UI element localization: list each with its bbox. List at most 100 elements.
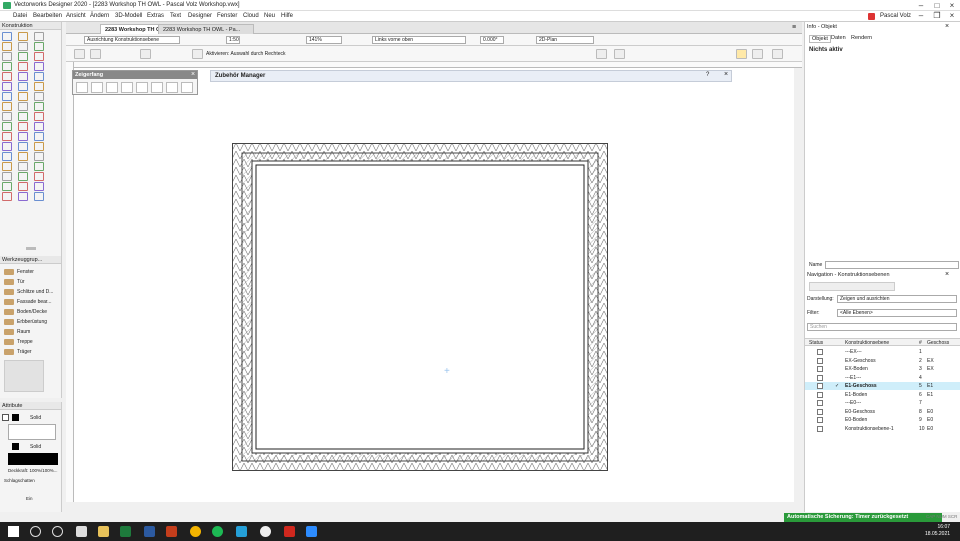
- pen-swatch[interactable]: [12, 414, 19, 421]
- fill-preview[interactable]: [8, 424, 56, 440]
- task-view-icon[interactable]: [52, 526, 63, 537]
- pen-style[interactable]: Solid: [30, 444, 41, 450]
- mode-btn-2[interactable]: [90, 49, 101, 59]
- tool-traeger[interactable]: Träger: [4, 347, 58, 357]
- snap-edge-icon[interactable]: [166, 82, 178, 93]
- help-icon[interactable]: ?: [706, 72, 709, 78]
- drawing-tool-icon[interactable]: [34, 122, 44, 131]
- zubehoer-manager[interactable]: Zubehör Manager: [210, 70, 732, 82]
- drawing-tool-icon[interactable]: [2, 92, 12, 101]
- drawing-tool-icon[interactable]: [34, 162, 44, 171]
- drawing-tool-icon[interactable]: [34, 52, 44, 61]
- drawing-tool-icon[interactable]: [2, 62, 12, 71]
- menu-hilfe[interactable]: Hilfe: [281, 13, 293, 19]
- mode-btn-4[interactable]: [192, 49, 203, 59]
- menu-aendern[interactable]: Ändern: [90, 13, 109, 19]
- tool-treppe[interactable]: Treppe: [4, 337, 58, 347]
- drawing-tool-icon[interactable]: [18, 162, 28, 171]
- drawing-tool-icon[interactable]: [34, 82, 44, 91]
- drawing-tool-icon[interactable]: [34, 92, 44, 101]
- tool-schlitze[interactable]: Schlitze und D...: [4, 287, 58, 297]
- snap-distance-icon[interactable]: [136, 82, 148, 93]
- drawing-tool-icon[interactable]: [2, 142, 12, 151]
- plan-select[interactable]: 2D-Plan: [536, 36, 594, 44]
- doc-restore-icon[interactable]: ❐: [930, 11, 944, 20]
- tool-tuer[interactable]: Tür: [4, 277, 58, 287]
- drawing-tool-icon[interactable]: [34, 192, 44, 201]
- layer-name[interactable]: ---E1---: [845, 374, 861, 382]
- tool-icon-grid[interactable]: [4, 360, 44, 392]
- doc-tab-2[interactable]: 2283 Workshop TH OWL - Pa...: [158, 24, 254, 34]
- close-icon[interactable]: ×: [945, 1, 959, 10]
- drawing-tool-icon[interactable]: [18, 172, 28, 181]
- layer-name[interactable]: E1-Geschoss: [845, 382, 877, 390]
- drawing-tool-icon[interactable]: [18, 102, 28, 111]
- drawing-tool-icon[interactable]: [18, 62, 28, 71]
- snap-btn-1[interactable]: [596, 49, 607, 59]
- drawing-tool-icon[interactable]: [2, 182, 12, 191]
- floor-plan[interactable]: [232, 143, 608, 471]
- resize-handle[interactable]: [26, 247, 36, 250]
- drawing-tool-icon[interactable]: [18, 92, 28, 101]
- room-outline[interactable]: [255, 164, 585, 450]
- filter-select[interactable]: <Alle Ebenen>: [837, 309, 957, 317]
- layer-name[interactable]: EX-Boden: [845, 365, 868, 373]
- layer-name[interactable]: E1-Boden: [845, 391, 867, 399]
- drawing-tool-icon[interactable]: [2, 172, 12, 181]
- header-num[interactable]: #: [919, 339, 922, 347]
- visibility-icon[interactable]: [817, 425, 823, 432]
- menu-bearbeiten[interactable]: Bearbeiten: [33, 13, 62, 19]
- zoom-icon[interactable]: [306, 526, 317, 537]
- drawing-tool-icon[interactable]: [18, 72, 28, 81]
- visibility-icon[interactable]: [817, 374, 823, 381]
- menu-cloud[interactable]: Cloud: [243, 13, 259, 19]
- info-close-icon[interactable]: ×: [945, 23, 949, 30]
- drawing-tool-icon[interactable]: [18, 52, 28, 61]
- layer-name[interactable]: ---E0---: [845, 399, 861, 407]
- name-input[interactable]: [825, 261, 959, 269]
- zeigerfang-close-icon[interactable]: ×: [191, 71, 195, 79]
- drawing-tool-icon[interactable]: [18, 32, 28, 41]
- shadow-label[interactable]: Schlagschatten: [4, 478, 35, 483]
- layer-row[interactable]: ---E0--- 7: [805, 399, 960, 407]
- drawing-tool-icon[interactable]: [2, 152, 12, 161]
- drawing-tool-icon[interactable]: [2, 122, 12, 131]
- mode-btn-1[interactable]: [74, 49, 85, 59]
- opacity-label[interactable]: Deckkraft: 100%/100%...: [8, 468, 58, 473]
- drawing-tool-icon[interactable]: [18, 42, 28, 51]
- snap-btn-3[interactable]: [752, 49, 763, 59]
- snap-object-icon[interactable]: [91, 82, 103, 93]
- nav-close-icon[interactable]: ×: [945, 271, 949, 278]
- layer-row[interactable]: ✓ E1-Geschoss 5 E1: [805, 382, 960, 390]
- snap-angle-icon[interactable]: [106, 82, 118, 93]
- word-icon[interactable]: [144, 526, 155, 537]
- drawing-tool-icon[interactable]: [2, 132, 12, 141]
- layer-row[interactable]: ---E1--- 4: [805, 374, 960, 382]
- drawing-tool-icon[interactable]: [18, 112, 28, 121]
- maximize-icon[interactable]: □: [930, 1, 944, 10]
- explorer-icon[interactable]: [98, 526, 109, 537]
- darstellung-select[interactable]: Zeigen und ausrichten: [837, 295, 957, 303]
- layer-name[interactable]: Konstruktionsebene-1: [845, 425, 894, 433]
- header-name[interactable]: Konstruktionsebene: [845, 339, 889, 347]
- menu-3d-modell[interactable]: 3D-Modell: [115, 13, 142, 19]
- layer-row[interactable]: EX-Geschoss 2 EX: [805, 357, 960, 365]
- menu-datei[interactable]: Datei: [13, 13, 27, 19]
- header-geschoss[interactable]: Geschoss: [927, 339, 949, 347]
- drawing-tool-icon[interactable]: [18, 192, 28, 201]
- visibility-icon[interactable]: [817, 349, 823, 355]
- visibility-icon[interactable]: [817, 391, 823, 398]
- scale-field[interactable]: 1:50: [226, 36, 240, 44]
- drawing-tool-icon[interactable]: [18, 82, 28, 91]
- messenger-icon[interactable]: [236, 526, 247, 537]
- layer-name[interactable]: E0-Geschoss: [845, 408, 875, 416]
- snap-btn-active[interactable]: [736, 49, 747, 59]
- drawing-tool-icon[interactable]: [18, 142, 28, 151]
- drawing-tool-icon[interactable]: [34, 132, 44, 141]
- tool-boden-decke[interactable]: Boden/Decke: [4, 307, 58, 317]
- nav-toolbar[interactable]: [809, 282, 895, 291]
- drawing-tool-icon[interactable]: [2, 42, 12, 51]
- layer-row[interactable]: ---EX--- 1: [805, 348, 960, 356]
- drawing-tool-icon[interactable]: [2, 72, 12, 81]
- drawing-tool-icon[interactable]: [18, 122, 28, 131]
